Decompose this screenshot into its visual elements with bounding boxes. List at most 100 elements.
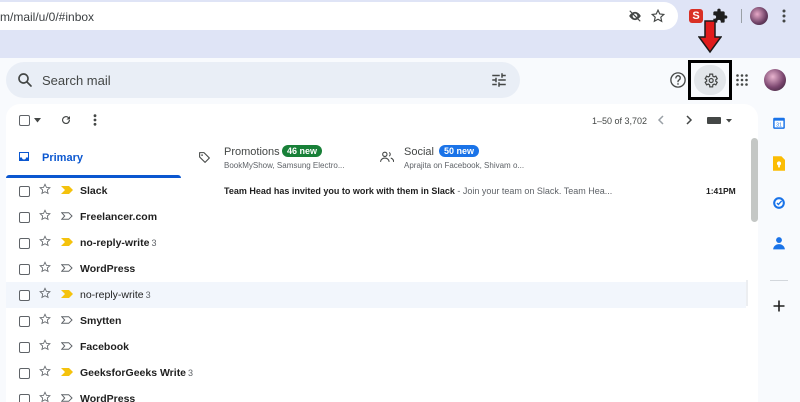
bookmark-star-icon[interactable]	[650, 8, 666, 24]
email-subject: Team Head has invited you to work with t…	[224, 186, 455, 196]
tab-promotions-label: Promotions	[224, 146, 280, 158]
gmail-header-band	[0, 32, 800, 58]
important-marker-icon[interactable]	[61, 368, 73, 376]
star-icon[interactable]	[39, 183, 51, 195]
sender-name: Slack	[80, 185, 109, 197]
promotions-new-badge: 46 new	[282, 145, 323, 157]
row-checkbox[interactable]	[19, 316, 30, 327]
email-preview-row[interactable]: Team Head has invited you to work with t…	[224, 186, 612, 196]
email-row[interactable]: no-reply-write 3	[6, 230, 746, 256]
select-all-checkbox[interactable]	[18, 114, 30, 126]
tab-social[interactable]: Social 50 new Aprajita on Facebook, Shiv…	[372, 134, 552, 178]
search-input[interactable]: Search mail	[42, 73, 111, 88]
row-edge-marker	[746, 280, 748, 306]
search-options-icon[interactable]	[490, 71, 508, 89]
sender-text: Freelancer.com	[80, 211, 158, 223]
row-checkbox[interactable]	[19, 264, 30, 275]
chrome-profile-avatar[interactable]	[750, 7, 768, 25]
row-checkbox[interactable]	[19, 186, 30, 197]
add-addon-plus-icon[interactable]	[771, 298, 787, 314]
star-icon[interactable]	[39, 261, 51, 273]
email-snippet: - Join your team on Slack. Team Hea...	[454, 186, 613, 196]
email-time: 1:41PM	[706, 186, 736, 196]
important-marker-icon[interactable]	[61, 212, 73, 220]
pagination-text: 1–50 of 3,702	[592, 116, 648, 126]
star-icon[interactable]	[39, 365, 51, 377]
row-checkbox[interactable]	[19, 368, 30, 379]
tab-primary[interactable]: Primary	[6, 134, 181, 178]
contacts-icon[interactable]	[771, 235, 787, 251]
sender-name: Facebook	[80, 341, 131, 353]
important-marker-icon[interactable]	[61, 316, 73, 324]
url-text: m/mail/u/0/#inbox	[0, 10, 95, 24]
email-row[interactable]: Facebook	[6, 334, 746, 360]
sender-text: no-reply-write	[80, 237, 150, 249]
sender-text: Smytten	[80, 315, 122, 327]
email-row[interactable]: WordPress	[6, 256, 746, 282]
star-icon[interactable]	[39, 339, 51, 351]
important-marker-icon[interactable]	[61, 342, 73, 350]
refresh-icon[interactable]	[59, 113, 73, 127]
inbox-icon	[19, 152, 29, 161]
email-row[interactable]: no-reply-write 3	[6, 282, 746, 308]
thread-count: 3	[145, 290, 151, 300]
important-marker-icon[interactable]	[61, 238, 73, 246]
address-bar[interactable]: m/mail/u/0/#inbox	[0, 2, 678, 30]
important-marker-icon[interactable]	[61, 264, 73, 272]
row-checkbox[interactable]	[19, 394, 30, 402]
sender-name: GeeksforGeeks Write 3	[80, 367, 193, 379]
sender-name: WordPress	[80, 263, 137, 275]
red-arrow-annotation	[698, 20, 722, 54]
star-icon[interactable]	[39, 235, 51, 247]
email-row[interactable]: WordPress	[6, 386, 746, 402]
search-icon[interactable]	[16, 71, 34, 89]
important-marker-icon[interactable]	[61, 186, 73, 194]
input-tools-keyboard-icon[interactable]	[707, 115, 733, 125]
keep-icon[interactable]	[771, 155, 787, 171]
browser-toolbar: m/mail/u/0/#inbox S	[0, 0, 800, 32]
list-scrollbar[interactable]	[751, 138, 758, 222]
star-icon[interactable]	[39, 313, 51, 325]
important-marker-icon[interactable]	[61, 394, 73, 402]
star-icon[interactable]	[39, 209, 51, 221]
star-icon[interactable]	[39, 391, 51, 402]
row-checkbox[interactable]	[19, 238, 30, 249]
sender-name: Freelancer.com	[80, 211, 159, 223]
social-senders: Aprajita on Facebook, Shivam o...	[404, 161, 525, 170]
search-bar[interactable]: Search mail	[6, 62, 520, 98]
more-options-icon[interactable]	[90, 113, 100, 127]
calendar-icon[interactable]: 31	[771, 115, 787, 131]
older-chevron-right-icon[interactable]	[683, 114, 695, 126]
svg-text:31: 31	[776, 123, 782, 129]
google-apps-icon[interactable]	[734, 72, 750, 88]
account-avatar[interactable]	[764, 69, 786, 91]
tag-icon	[199, 152, 210, 163]
sender-text: WordPress	[80, 393, 136, 402]
email-row[interactable]: Freelancer.com	[6, 204, 746, 230]
chrome-menu-icon[interactable]	[774, 6, 794, 26]
email-row[interactable]: GeeksforGeeks Write 3	[6, 360, 746, 386]
thread-count: 3	[151, 238, 157, 248]
row-checkbox[interactable]	[19, 342, 30, 353]
important-marker-icon[interactable]	[61, 290, 73, 298]
tasks-icon[interactable]	[771, 195, 787, 211]
sender-text: WordPress	[80, 263, 136, 275]
tab-social-label: Social	[404, 146, 434, 158]
row-checkbox[interactable]	[19, 290, 30, 301]
email-row[interactable]: Smytten	[6, 308, 746, 334]
settings-highlight-box	[688, 60, 732, 100]
sender-text: Slack	[80, 185, 108, 197]
thread-count: 3	[188, 368, 194, 378]
help-icon[interactable]	[668, 70, 688, 90]
star-icon[interactable]	[39, 287, 51, 299]
toolbar-divider	[741, 9, 742, 23]
select-dropdown-icon[interactable]	[33, 116, 41, 124]
sender-text: GeeksforGeeks Write	[80, 367, 187, 379]
sender-name: WordPress	[80, 393, 137, 402]
row-checkbox[interactable]	[19, 212, 30, 223]
eye-slash-icon[interactable]	[627, 8, 643, 24]
tab-primary-label: Primary	[42, 152, 83, 164]
tab-promotions[interactable]: Promotions 46 new BookMyShow, Samsung El…	[192, 134, 370, 178]
newer-chevron-left-icon[interactable]	[654, 114, 666, 126]
people-icon	[380, 151, 394, 162]
